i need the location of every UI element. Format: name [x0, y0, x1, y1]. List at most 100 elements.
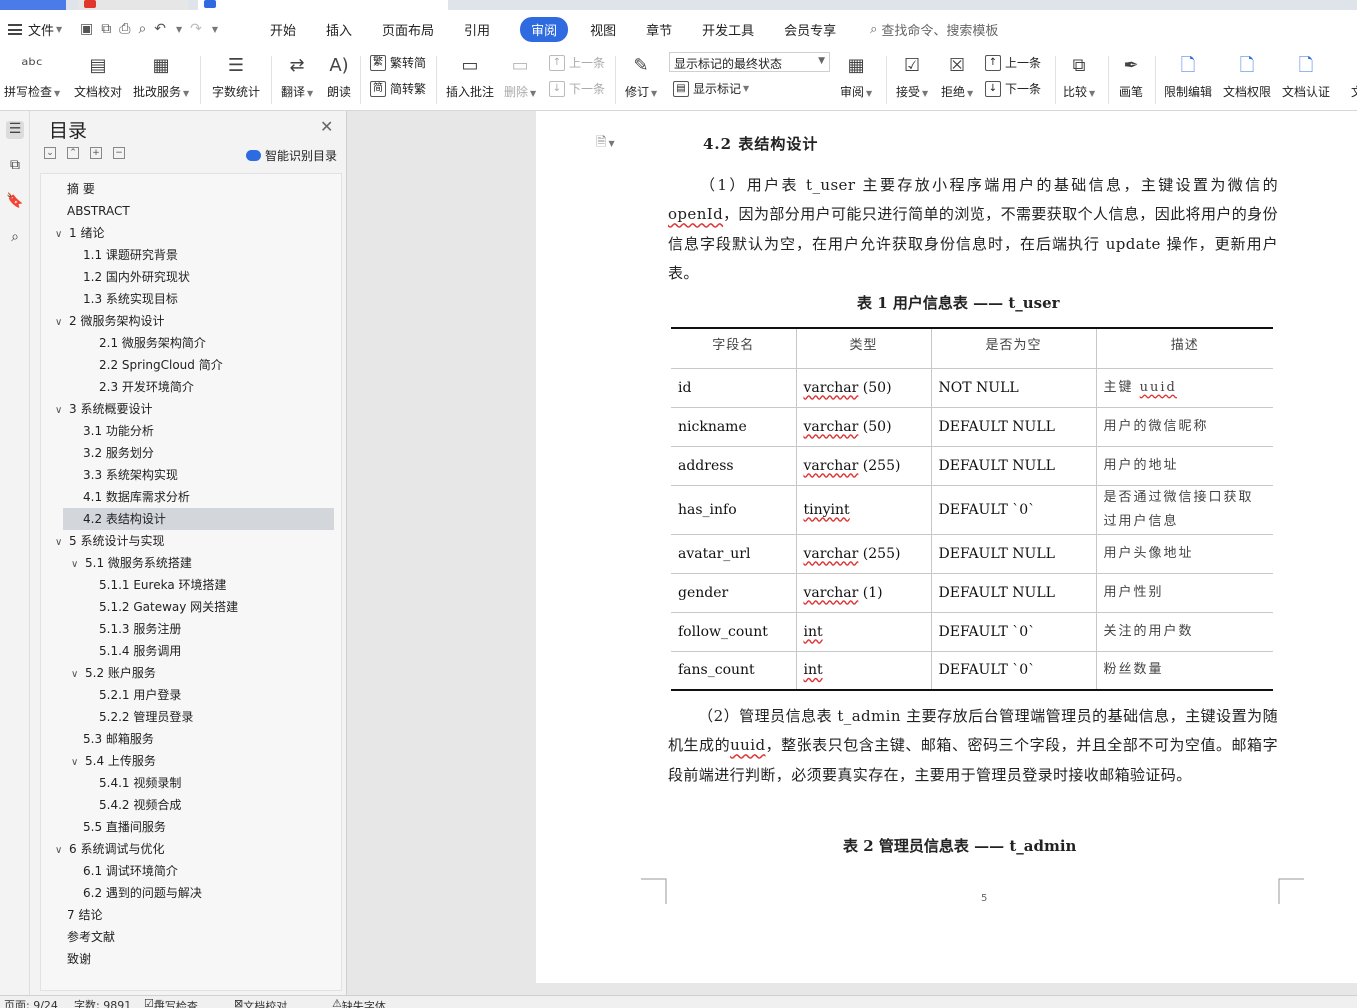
- spell-check-button[interactable]: ᵃᵇᶜ 拼写检查 ▼: [4, 52, 60, 100]
- batch-service-button[interactable]: ▦ 批改服务 ▼: [133, 52, 189, 100]
- toc-item[interactable]: 5.4.2 视频合成: [99, 795, 181, 815]
- doc-permission-button[interactable]: 🗋 文档权限: [1223, 52, 1271, 100]
- toc-item[interactable]: 5.2.1 用户登录: [99, 685, 181, 705]
- toc-item[interactable]: 2.1 微服务架构简介: [99, 333, 206, 353]
- toc-item[interactable]: 5.1.3 服务注册: [99, 619, 181, 639]
- bookmark-icon[interactable]: 🔖: [6, 193, 24, 211]
- trad-to-simp-button[interactable]: 繁繁转简: [370, 54, 426, 71]
- restrict-edit-button[interactable]: 🗋 限制编辑: [1164, 52, 1212, 100]
- tab-item[interactable]: 审阅: [520, 16, 569, 42]
- add-heading-icon[interactable]: +: [90, 147, 102, 159]
- toc-item[interactable]: 2.3 开发环境简介: [99, 377, 194, 397]
- chevron-down-icon[interactable]: ∨: [71, 665, 85, 685]
- tab-item[interactable]: 引用: [464, 17, 490, 42]
- command-search[interactable]: ⌕ 查找命令、搜索模板: [870, 20, 998, 39]
- toc-item[interactable]: 参考文献: [67, 927, 115, 947]
- show-markup-button[interactable]: ▤ 显示标记 ▼: [673, 80, 749, 97]
- toc-item[interactable]: 摘 要: [67, 179, 95, 199]
- toc-item[interactable]: 5.1.1 Eureka 环境搭建: [99, 575, 227, 595]
- toc-item[interactable]: ∨ 5.1 微服务系统搭建: [71, 553, 192, 573]
- toc-panel-icon[interactable]: ☰: [6, 121, 24, 139]
- doc-cert-button[interactable]: 🗋 文档认证: [1282, 52, 1330, 100]
- toc-item[interactable]: 5.1.4 服务调用: [99, 641, 181, 661]
- toc-item[interactable]: 5.4.1 视频录制: [99, 773, 181, 793]
- toc-item[interactable]: 2.2 SpringCloud 简介: [99, 355, 223, 375]
- toc-item[interactable]: ∨ 5.4 上传服务: [71, 751, 156, 771]
- simp-to-trad-button[interactable]: 简简转繁: [370, 80, 426, 97]
- tab-item[interactable]: 会员专享: [784, 17, 836, 42]
- toc-item[interactable]: ∨ 2 微服务架构设计: [55, 311, 164, 331]
- customize-toolbar-icon[interactable]: ▼: [212, 25, 218, 34]
- chapter-nav-icon[interactable]: ⧉: [6, 157, 24, 175]
- ai-toc-button[interactable]: 智能识别目录: [246, 147, 337, 164]
- toc-item[interactable]: ∨ 3 系统概要设计: [55, 399, 152, 419]
- ink-button[interactable]: ✒ 画笔: [1118, 52, 1144, 100]
- toc-item[interactable]: 5.1.2 Gateway 网关搭建: [99, 597, 238, 617]
- toc-item[interactable]: 6.1 调试环境简介: [83, 861, 178, 881]
- compare-button[interactable]: ⧉ 比较 ▼: [1063, 52, 1095, 100]
- display-mode-select[interactable]: 显示标记的最终状态 ▼: [669, 52, 830, 72]
- doc-proof-button[interactable]: ▤ 文档校对: [74, 52, 122, 100]
- file-menu[interactable]: 文件 ▼: [0, 20, 80, 39]
- missing-font-status[interactable]: ⚠ 缺失字体: [332, 997, 386, 1008]
- reject-button[interactable]: ☒ 拒绝 ▼: [941, 52, 973, 100]
- toc-item[interactable]: 1.1 课题研究背景: [83, 245, 178, 265]
- toc-item[interactable]: 3.1 功能分析: [83, 421, 154, 441]
- print-preview-icon[interactable]: ⌕: [138, 21, 146, 37]
- accept-button[interactable]: ☑ 接受 ▼: [896, 52, 928, 100]
- next-change-button[interactable]: ↓ 下一条: [985, 80, 1041, 97]
- more-ribbon-button[interactable]: 文: [1344, 52, 1357, 100]
- chevron-down-icon[interactable]: ∨: [55, 841, 69, 861]
- search-icon[interactable]: ⌕: [6, 229, 24, 247]
- toc-item[interactable]: 3.2 服务划分: [83, 443, 154, 463]
- toc-item[interactable]: 4.1 数据库需求分析: [83, 487, 190, 507]
- toc-item[interactable]: 1.3 系统实现目标: [83, 289, 178, 309]
- chevron-down-icon[interactable]: ∨: [55, 313, 69, 333]
- chevron-down-icon[interactable]: ∨: [55, 401, 69, 421]
- next-comment-button[interactable]: ↓ 下一条: [549, 80, 605, 97]
- toc-item[interactable]: 1.2 国内外研究现状: [83, 267, 190, 287]
- review-pane-button[interactable]: ▦ 审阅 ▼: [840, 52, 872, 100]
- toc-item[interactable]: 6.2 遇到的问题与解决: [83, 883, 202, 903]
- delete-comment-button[interactable]: ▭ 删除 ▼: [504, 52, 536, 100]
- close-icon[interactable]: ✕: [320, 117, 333, 136]
- chevron-down-icon[interactable]: ∨: [55, 533, 69, 553]
- toc-item[interactable]: ∨ 5.2 账户服务: [71, 663, 156, 683]
- export-pdf-icon[interactable]: ⧉: [101, 21, 111, 37]
- active-doc-tab[interactable]: [198, 0, 448, 10]
- remove-heading-icon[interactable]: −: [113, 147, 125, 159]
- page-indicator[interactable]: 页面: 9/24: [4, 997, 58, 1008]
- tab-item[interactable]: 开发工具: [702, 17, 754, 42]
- toc-item[interactable]: 3.3 系统架构实现: [83, 465, 178, 485]
- toc-item[interactable]: 4.2 表结构设计: [83, 509, 166, 529]
- redo-icon[interactable]: ↷: [190, 21, 202, 37]
- print-icon[interactable]: ⎙: [119, 21, 130, 37]
- toc-item[interactable]: ∨ 6 系统调试与优化: [55, 839, 164, 859]
- expand-all-icon[interactable]: ⌃: [67, 147, 79, 159]
- undo-icon[interactable]: ↶: [154, 21, 166, 37]
- chevron-down-icon[interactable]: ∨: [71, 753, 85, 773]
- translate-button[interactable]: ⇄ 翻译 ▼: [281, 52, 313, 100]
- toc-item[interactable]: 7 结论: [67, 905, 102, 925]
- word-count-indicator[interactable]: 字数: 9891: [74, 997, 131, 1008]
- pdf-doc-tab[interactable]: [78, 0, 188, 10]
- toc-item[interactable]: 5.3 邮箱服务: [83, 729, 154, 749]
- prev-comment-button[interactable]: ↑ 上一条: [549, 54, 605, 71]
- spell-check-status[interactable]: ☑ 拼写检查 ▼: [144, 997, 198, 1008]
- chevron-down-icon[interactable]: ∨: [71, 555, 85, 575]
- revise-button[interactable]: ✎ 修订 ▼: [625, 52, 657, 100]
- chevron-down-icon[interactable]: ∨: [55, 225, 69, 245]
- prev-change-button[interactable]: ↑ 上一条: [985, 54, 1041, 71]
- toc-item[interactable]: 致谢: [67, 949, 91, 969]
- insert-comment-button[interactable]: ▭ 插入批注: [446, 52, 494, 100]
- save-icon[interactable]: ▣: [80, 21, 93, 37]
- read-aloud-button[interactable]: A) 朗读: [326, 52, 352, 100]
- collapse-all-icon[interactable]: ⌄: [44, 147, 56, 159]
- toc-item[interactable]: 5.5 直播间服务: [83, 817, 166, 837]
- toc-item[interactable]: 5.2.2 管理员登录: [99, 707, 193, 727]
- tab-item[interactable]: 页面布局: [382, 17, 434, 42]
- tab-item[interactable]: 视图: [590, 17, 616, 42]
- toc-item[interactable]: ∨ 5 系统设计与实现: [55, 531, 164, 551]
- undo-dropdown-icon[interactable]: ▼: [176, 25, 182, 34]
- tab-item[interactable]: 章节: [646, 17, 672, 42]
